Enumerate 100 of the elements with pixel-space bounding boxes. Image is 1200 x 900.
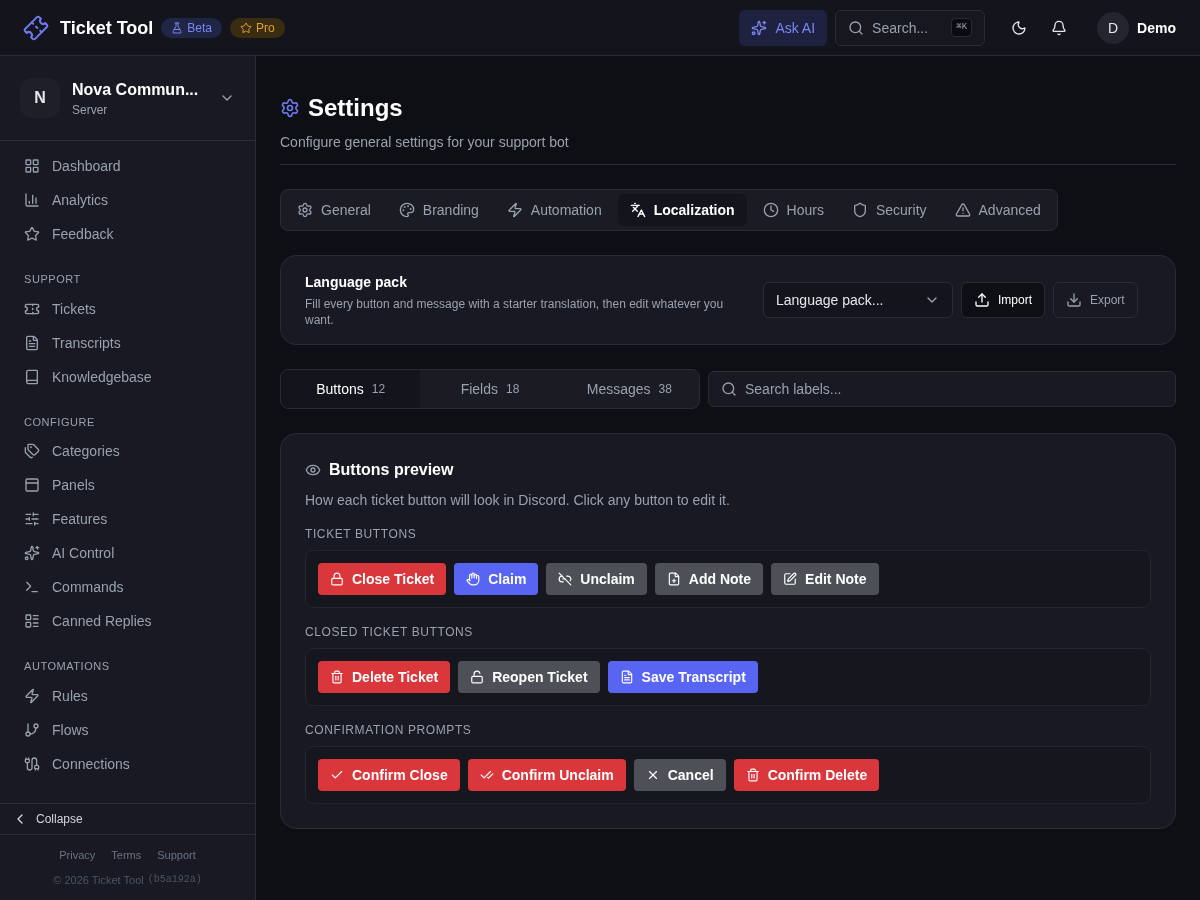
footer-link[interactable]: Support <box>157 847 196 864</box>
branch-icon <box>24 721 40 738</box>
card-description: How each ticket button will look in Discord. Click any button to edit it. <box>305 491 731 510</box>
download-icon <box>1066 292 1082 308</box>
discord-button-preview[interactable]: Add Note <box>654 563 764 595</box>
sidebar-item[interactable]: Knowledgebase <box>16 359 239 394</box>
sidebar-item[interactable]: Tickets <box>16 291 239 326</box>
book-icon <box>24 368 40 385</box>
unlink-icon <box>558 572 573 586</box>
sparkles-icon <box>751 19 768 36</box>
palette-icon <box>398 202 415 218</box>
server-switcher[interactable]: N Nova Commun... Server <box>0 56 255 141</box>
lightning-icon <box>24 687 40 704</box>
hand-icon <box>466 572 481 586</box>
card-title: Language pack <box>305 273 408 292</box>
label-type-tab[interactable]: Buttons 12 <box>281 370 421 408</box>
ask-ai-button[interactable]: Ask AI <box>739 9 828 46</box>
search-placeholder: Search... <box>872 18 930 38</box>
tags-icon <box>24 443 40 459</box>
label-search-field[interactable]: Search labels... <box>708 371 1176 407</box>
edit-icon <box>783 572 798 586</box>
server-avatar: N <box>20 78 60 118</box>
settings-icon <box>297 202 313 218</box>
settings-tab[interactable]: Automation <box>494 194 614 226</box>
sidebar-item[interactable]: Features <box>16 502 239 536</box>
moon-icon <box>1011 19 1028 36</box>
discord-button-preview[interactable]: Close Ticket <box>318 563 447 595</box>
shortcut-key: ⌘K <box>951 18 973 37</box>
group-heading: CONFIRMATION PROMPTS <box>305 722 473 738</box>
label-type-tab[interactable]: Fields 18 <box>420 370 560 408</box>
bar-chart-icon <box>24 192 40 208</box>
badge: Pro <box>230 17 285 38</box>
card-description: Fill every button and message with a starter translation, then edit whatever you want. <box>305 296 725 328</box>
page-subtitle: Configure general settings for your support bot <box>280 133 570 152</box>
sidebar-item[interactable]: Rules <box>16 678 239 713</box>
export-button[interactable]: Export <box>1053 282 1138 318</box>
translate-icon <box>629 202 646 218</box>
settings-icon <box>280 98 300 118</box>
sidebar-item[interactable]: Analytics <box>16 183 239 217</box>
discord-button-preview[interactable]: Confirm Unclaim <box>467 759 626 791</box>
section-heading: CONFIGURE <box>23 414 96 430</box>
search-icon <box>721 381 737 397</box>
settings-tab[interactable]: Hours <box>750 194 836 226</box>
server-type: Server <box>72 102 109 118</box>
card-title: Buttons preview <box>329 460 454 480</box>
section-heading: SUPPORT <box>23 272 82 287</box>
settings-tab[interactable]: Branding <box>386 194 491 226</box>
section-heading: AUTOMATIONS <box>23 659 111 674</box>
sidebar-item[interactable]: Canned Replies <box>16 604 239 638</box>
clock-icon <box>762 202 779 218</box>
server-name: Nova Commun... <box>72 80 200 100</box>
sliders-icon <box>24 511 40 527</box>
grid-icon <box>24 158 40 174</box>
search-field[interactable]: Search... ⌘K <box>835 9 986 46</box>
sidebar-item[interactable]: Flows <box>16 712 239 747</box>
settings-tab[interactable]: Security <box>839 194 939 226</box>
trash-icon <box>330 670 344 684</box>
discord-button-preview[interactable]: Save Transcript <box>607 661 758 693</box>
terminal-icon <box>24 579 40 595</box>
user-avatar[interactable]: D <box>1097 11 1130 44</box>
upload-icon <box>974 292 990 308</box>
document-icon <box>24 334 40 351</box>
sidebar-item[interactable]: Commands <box>16 570 239 604</box>
user-name: Demo <box>1137 18 1176 38</box>
group-heading: CLOSED TICKET BUTTONS <box>305 624 474 640</box>
sidebar-item[interactable]: Panels <box>16 468 239 502</box>
discord-button-preview[interactable]: Confirm Delete <box>733 759 880 791</box>
discord-button-preview[interactable]: Reopen Ticket <box>458 661 600 693</box>
double-check-icon <box>479 768 494 782</box>
footer-link[interactable]: Privacy <box>59 847 96 864</box>
discord-button-preview[interactable]: Confirm Close <box>318 759 460 791</box>
discord-button-preview[interactable]: Delete Ticket <box>318 661 451 693</box>
sidebar-item[interactable]: Categories <box>16 434 239 468</box>
language-pack-select[interactable]: Language pack... <box>763 282 953 318</box>
eye-icon <box>305 462 321 478</box>
sidebar-item[interactable]: AI Control <box>16 536 239 570</box>
sparkles-icon <box>24 545 40 561</box>
sidebar-item[interactable]: Dashboard <box>16 149 239 183</box>
footer-link[interactable]: Terms <box>111 847 142 864</box>
settings-tab[interactable]: Localization <box>617 194 747 226</box>
search-placeholder: Search labels... <box>745 380 842 399</box>
collapse-button[interactable]: Collapse <box>0 803 255 835</box>
settings-tab[interactable]: Advanced <box>942 194 1053 226</box>
sidebar-item[interactable]: Transcripts <box>16 325 239 360</box>
document-icon <box>619 670 634 684</box>
discord-button-preview[interactable]: Cancel <box>633 759 726 791</box>
sidebar-item[interactable]: Connections <box>16 746 239 781</box>
import-button[interactable]: Import <box>961 282 1045 318</box>
page-title: Settings <box>308 93 403 123</box>
label-type-tab[interactable]: Messages 38 <box>559 370 699 408</box>
file-plus-icon <box>666 572 681 586</box>
app-name: Ticket Tool <box>60 16 154 40</box>
bell-icon <box>1051 19 1068 36</box>
discord-button-preview[interactable]: Unclaim <box>546 563 647 595</box>
sidebar-item[interactable]: Feedback <box>16 217 239 251</box>
discord-button-preview[interactable]: Claim <box>454 563 539 595</box>
warning-icon <box>954 202 971 218</box>
star-icon <box>24 226 40 242</box>
discord-button-preview[interactable]: Edit Note <box>771 563 879 595</box>
settings-tab[interactable]: General <box>285 194 383 226</box>
